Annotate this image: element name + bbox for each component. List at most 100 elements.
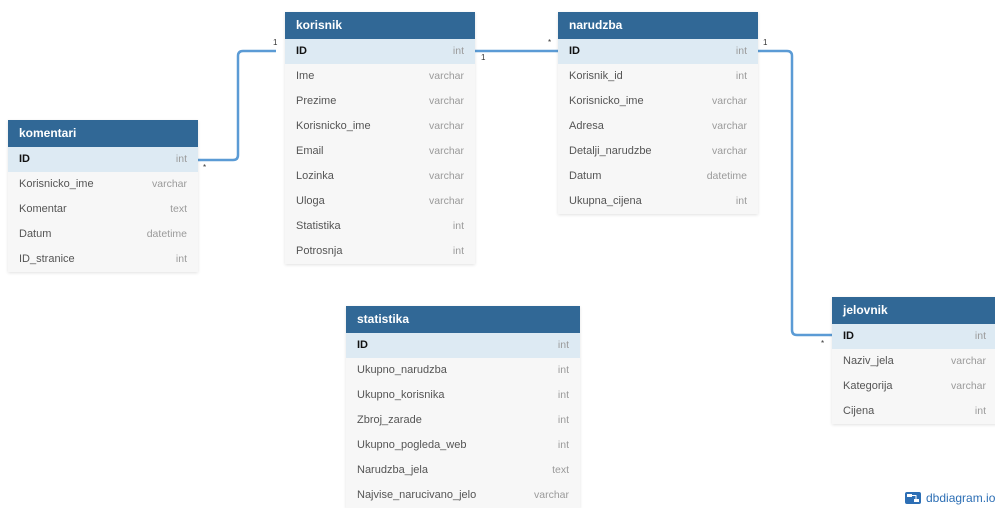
table-jelovnik[interactable]: jelovnik ID int Naziv_jela varchar Kategorija… — [832, 297, 995, 424]
column-type: varchar — [151, 178, 187, 190]
cardinality-many-jelovnik: * — [821, 339, 825, 348]
column-row[interactable]: ID int — [346, 333, 580, 358]
column-row[interactable]: ID int — [832, 324, 995, 349]
column-name: Email — [296, 145, 324, 157]
column-type: int — [735, 70, 747, 82]
column-row[interactable]: Korisnik_id int — [558, 64, 758, 89]
column-row[interactable]: Detalji_narudzbe varchar — [558, 139, 758, 164]
column-type: int — [735, 195, 747, 207]
column-name: ID_stranice — [19, 253, 75, 265]
column-name: Naziv_jela — [843, 355, 894, 367]
column-name: Ukupno_korisnika — [357, 389, 445, 401]
column-row[interactable]: Ukupno_korisnika int — [346, 383, 580, 408]
column-type: varchar — [950, 380, 986, 392]
column-name: ID — [296, 45, 307, 57]
column-type: int — [452, 45, 464, 57]
column-row[interactable]: Ime varchar — [285, 64, 475, 89]
column-row[interactable]: Komentar text — [8, 197, 198, 222]
column-row[interactable]: Lozinka varchar — [285, 164, 475, 189]
column-name: Statistika — [296, 220, 341, 232]
cardinality-many-komentari: * — [203, 163, 207, 172]
column-type: datetime — [706, 170, 747, 182]
column-type: varchar — [711, 120, 747, 132]
link-korisnik-komentari[interactable] — [198, 49, 276, 162]
column-row[interactable]: Ukupno_narudzba int — [346, 358, 580, 383]
table-header-jelovnik[interactable]: jelovnik — [832, 297, 995, 324]
table-statistika[interactable]: statistika ID int Ukupno_narudzba int Ukupno_… — [346, 306, 580, 508]
column-row[interactable]: Ukupno_pogleda_web int — [346, 433, 580, 458]
dbdiagram-logo-icon — [905, 492, 921, 504]
column-row[interactable]: Adresa varchar — [558, 114, 758, 139]
column-row[interactable]: Korisnicko_ime varchar — [8, 172, 198, 197]
column-type: int — [175, 253, 187, 265]
column-row[interactable]: Zbroj_zarade int — [346, 408, 580, 433]
column-name: Detalji_narudzbe — [569, 145, 652, 157]
column-name: Prezime — [296, 95, 337, 107]
column-row[interactable]: Narudzba_jela text — [346, 458, 580, 483]
column-row[interactable]: Naziv_jela varchar — [832, 349, 995, 374]
column-row[interactable]: ID int — [285, 39, 475, 64]
column-type: varchar — [950, 355, 986, 367]
column-row[interactable]: Kategorija varchar — [832, 374, 995, 399]
column-name: Korisnicko_ime — [19, 178, 94, 190]
column-type: datetime — [146, 228, 187, 240]
column-row[interactable]: Datum datetime — [8, 222, 198, 247]
column-name: ID — [569, 45, 580, 57]
table-komentari[interactable]: komentari ID int Korisnicko_ime varchar Komen… — [8, 120, 198, 272]
cardinality-one-korisnik-left: 1 — [273, 38, 278, 47]
table-header-narudzba[interactable]: narudzba — [558, 12, 758, 39]
column-type: varchar — [533, 489, 569, 501]
column-type: varchar — [711, 145, 747, 157]
column-name: Cijena — [843, 405, 875, 417]
column-name: Zbroj_zarade — [357, 414, 422, 426]
column-type: int — [974, 330, 986, 342]
column-name: Lozinka — [296, 170, 334, 182]
column-type: varchar — [428, 145, 464, 157]
cardinality-many-narudzba: * — [548, 38, 552, 47]
column-name: ID — [843, 330, 854, 342]
cardinality-one-narudzba: 1 — [763, 38, 768, 47]
column-type: int — [735, 45, 747, 57]
column-row[interactable]: ID int — [8, 147, 198, 172]
column-name: Korisnicko_ime — [296, 120, 371, 132]
column-row[interactable]: Najvise_narucivano_jelo varchar — [346, 483, 580, 508]
column-row[interactable]: Korisnicko_ime varchar — [285, 114, 475, 139]
column-name: ID — [19, 153, 30, 165]
column-row[interactable]: Uloga varchar — [285, 189, 475, 214]
table-header-korisnik[interactable]: korisnik — [285, 12, 475, 39]
column-type: varchar — [428, 170, 464, 182]
column-name: Ukupno_narudzba — [357, 364, 447, 376]
column-type: int — [557, 414, 569, 426]
table-korisnik[interactable]: korisnik ID int Ime varchar Prezime varchar Kor… — [285, 12, 475, 264]
cardinality-one-korisnik-right: 1 — [481, 53, 486, 62]
column-type: int — [452, 220, 464, 232]
column-row[interactable]: Potrosnja int — [285, 239, 475, 264]
column-type: int — [175, 153, 187, 165]
column-row[interactable]: Ukupna_cijena int — [558, 189, 758, 214]
dbdiagram-brand[interactable]: dbdiagram.io — [905, 490, 995, 506]
column-row[interactable]: Email varchar — [285, 139, 475, 164]
column-row[interactable]: ID int — [558, 39, 758, 64]
column-row[interactable]: Korisnicko_ime varchar — [558, 89, 758, 114]
column-name: Korisnicko_ime — [569, 95, 644, 107]
column-type: text — [552, 464, 569, 476]
table-header-komentari[interactable]: komentari — [8, 120, 198, 147]
column-row[interactable]: Cijena int — [832, 399, 995, 424]
column-row[interactable]: ID_stranice int — [8, 247, 198, 272]
column-row[interactable]: Prezime varchar — [285, 89, 475, 114]
column-type: int — [557, 389, 569, 401]
table-narudzba[interactable]: narudzba ID int Korisnik_id int Korisnicko_im… — [558, 12, 758, 214]
column-type: int — [557, 364, 569, 376]
column-row[interactable]: Statistika int — [285, 214, 475, 239]
column-name: Uloga — [296, 195, 325, 207]
column-row[interactable]: Datum datetime — [558, 164, 758, 189]
column-name: Ime — [296, 70, 315, 82]
column-type: varchar — [428, 120, 464, 132]
column-type: int — [557, 439, 569, 451]
table-header-statistika[interactable]: statistika — [346, 306, 580, 333]
column-name: Datum — [569, 170, 602, 182]
column-type: int — [974, 405, 986, 417]
link-narudzba-jelovnik[interactable] — [758, 49, 832, 337]
column-name: ID — [357, 339, 368, 351]
brand-label: dbdiagram.io — [926, 491, 995, 505]
